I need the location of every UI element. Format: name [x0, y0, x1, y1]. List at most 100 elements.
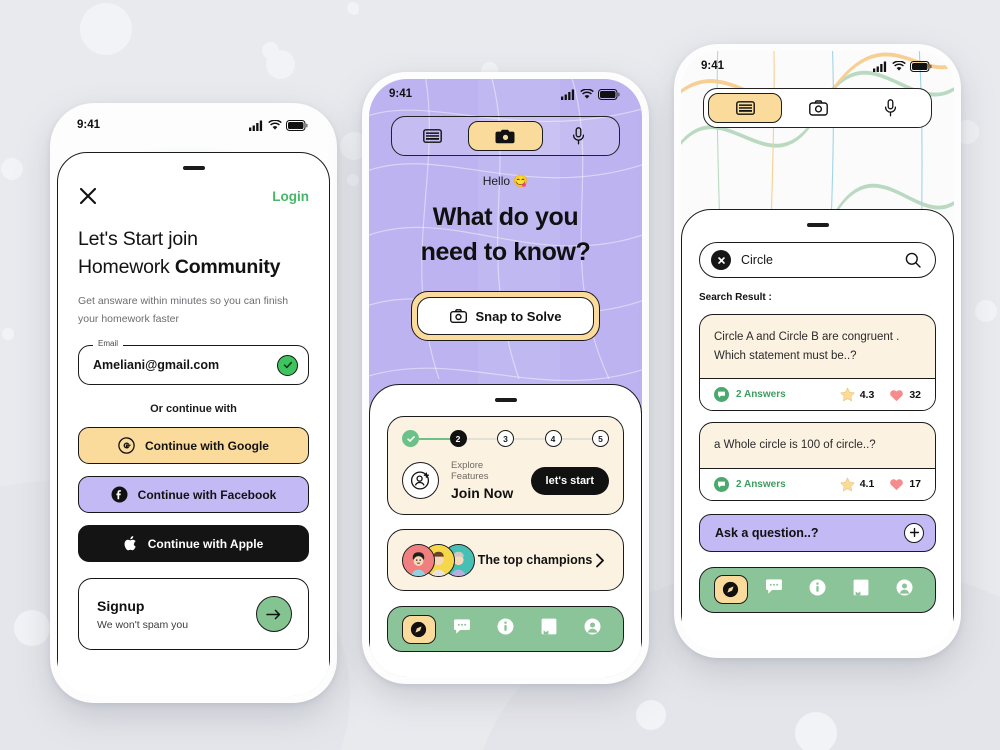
step-3[interactable]: 3 — [497, 430, 514, 447]
signup-card[interactable]: Signup We won't spam you — [78, 578, 309, 651]
plus-icon[interactable] — [904, 522, 924, 543]
phone2-screen: 9:41 Hello 😋 What do you need to know? S… — [369, 79, 642, 677]
tab-explore[interactable] — [710, 575, 751, 605]
rating-value: 4.1 — [859, 478, 875, 491]
segment-microphone[interactable] — [855, 93, 927, 123]
chat-icon — [453, 618, 471, 640]
onboarding-card: 2 3 4 5 Explore Features Join Now let's … — [387, 416, 624, 515]
title-line-2-regular: Homework — [78, 255, 175, 278]
headline-line-2: need to know? — [420, 237, 591, 266]
onboarding-kicker: Explore Features — [451, 460, 489, 482]
step-4[interactable]: 4 — [544, 430, 562, 447]
camera-icon — [495, 129, 515, 143]
arrow-right-icon[interactable] — [256, 596, 292, 633]
result-stats-row: 2 Answers 4.3 32 — [700, 378, 935, 411]
sheet-grabber[interactable] — [182, 166, 205, 170]
star-icon — [840, 477, 855, 492]
google-icon — [118, 437, 135, 455]
check-circle-icon — [277, 354, 298, 376]
tab-book[interactable] — [528, 618, 569, 640]
snap-to-solve-wrapper: Snap to Solve — [411, 291, 600, 341]
tab-explore[interactable] — [398, 614, 439, 644]
segment-keyboard[interactable] — [396, 121, 468, 151]
segment-camera[interactable] — [468, 121, 543, 151]
search-input[interactable]: Circle — [699, 242, 936, 278]
likes-value: 32 — [909, 388, 921, 401]
keyboard-icon — [422, 129, 442, 143]
search-result-card[interactable]: a Whole circle is 100 of circle..? 2 Ans… — [699, 422, 936, 501]
sheet-grabber[interactable] — [806, 223, 829, 227]
email-field-value[interactable]: Ameliani@gmail.com — [93, 358, 277, 372]
step-5[interactable]: 5 — [592, 430, 609, 447]
keyboard-icon — [735, 101, 755, 115]
step-2-current[interactable]: 2 — [449, 430, 467, 447]
onboarding-title: Join Now — [451, 485, 514, 501]
tab-chat[interactable] — [441, 618, 482, 640]
background-dot — [795, 712, 837, 750]
snap-to-solve-label: Snap to Solve — [475, 308, 562, 324]
search-icon[interactable] — [905, 252, 921, 268]
email-field[interactable]: Email Ameliani@gmail.com — [78, 339, 309, 386]
background-dot — [14, 610, 50, 646]
step-1-done[interactable] — [402, 430, 419, 447]
background-dot — [1, 158, 23, 180]
ask-a-question-label: Ask a question..? — [715, 525, 819, 540]
tab-profile[interactable] — [884, 579, 925, 601]
title-line-1: Let's Start join — [78, 228, 198, 250]
search-result-card[interactable]: Circle A and Circle B are congruent . Wh… — [699, 314, 936, 412]
segment-camera[interactable] — [782, 93, 854, 123]
page-subtitle: Get answare within minutes so you can fi… — [78, 295, 289, 326]
close-icon[interactable] — [78, 186, 98, 206]
google-button-label: Continue with Google — [145, 438, 269, 453]
battery-icon — [598, 88, 620, 100]
clear-icon[interactable] — [711, 250, 731, 270]
camera-icon — [449, 309, 467, 323]
tab-profile[interactable] — [572, 618, 613, 640]
background-dot — [975, 300, 997, 322]
background-dot — [262, 45, 270, 53]
login-link[interactable]: Login — [272, 189, 309, 204]
snap-to-solve-button[interactable]: Snap to Solve — [417, 297, 594, 335]
tab-chat[interactable] — [753, 579, 794, 600]
chat-bubble-icon — [714, 387, 729, 403]
battery-icon — [910, 60, 932, 72]
search-results-label: Search Result : — [699, 292, 772, 303]
continue-with-apple-button[interactable]: Continue with Apple — [78, 525, 309, 563]
answers-count: 2 Answers — [736, 478, 786, 490]
input-mode-segmented-control — [703, 88, 932, 128]
heart-icon — [890, 479, 904, 491]
background-dot — [347, 174, 359, 186]
microphone-icon — [573, 127, 585, 145]
tab-info[interactable] — [797, 579, 838, 601]
ask-a-question-button[interactable]: Ask a question..? — [699, 513, 936, 552]
search-input-value[interactable]: Circle — [741, 253, 895, 267]
tab-book[interactable] — [840, 579, 881, 601]
continue-with-facebook-button[interactable]: Continue with Facebook — [78, 476, 309, 514]
tab-info[interactable] — [485, 618, 526, 640]
phone2-status-bar: 9:41 — [369, 79, 642, 109]
book-icon — [853, 579, 869, 601]
phone-mockup-search: 9:41 Circle Search Result: Circle A and… — [674, 44, 961, 658]
phone1-status-bar: 9:41 — [57, 110, 330, 140]
sheet-grabber[interactable] — [494, 398, 517, 402]
lets-start-button[interactable]: let's start — [530, 466, 609, 495]
step-connector — [419, 437, 450, 440]
headline-line-1: What do you — [432, 203, 579, 231]
apple-button-label: Continue with Apple — [147, 536, 264, 551]
step-connector — [561, 437, 592, 440]
star-icon — [840, 387, 855, 402]
bottom-tab-bar — [387, 606, 624, 652]
divider-text: Or continue with — [150, 403, 237, 416]
chevron-right-icon[interactable] — [595, 553, 605, 568]
phone-mockup-signup: 9:41 Login Let's Start join Homework Com… — [50, 103, 337, 703]
question-text: a Whole circle is 100 of circle..? — [714, 439, 876, 452]
apple-icon — [124, 535, 138, 552]
top-champions-card[interactable]: The top champions — [387, 529, 624, 591]
segment-keyboard[interactable] — [708, 93, 783, 123]
wifi-icon — [268, 119, 282, 130]
likes-stat: 17 — [889, 477, 921, 491]
continue-with-google-button[interactable]: Continue with Google — [78, 427, 309, 465]
email-field-label: Email — [93, 339, 124, 349]
answers-count: 2 Answers — [736, 389, 786, 401]
segment-microphone[interactable] — [543, 121, 615, 151]
